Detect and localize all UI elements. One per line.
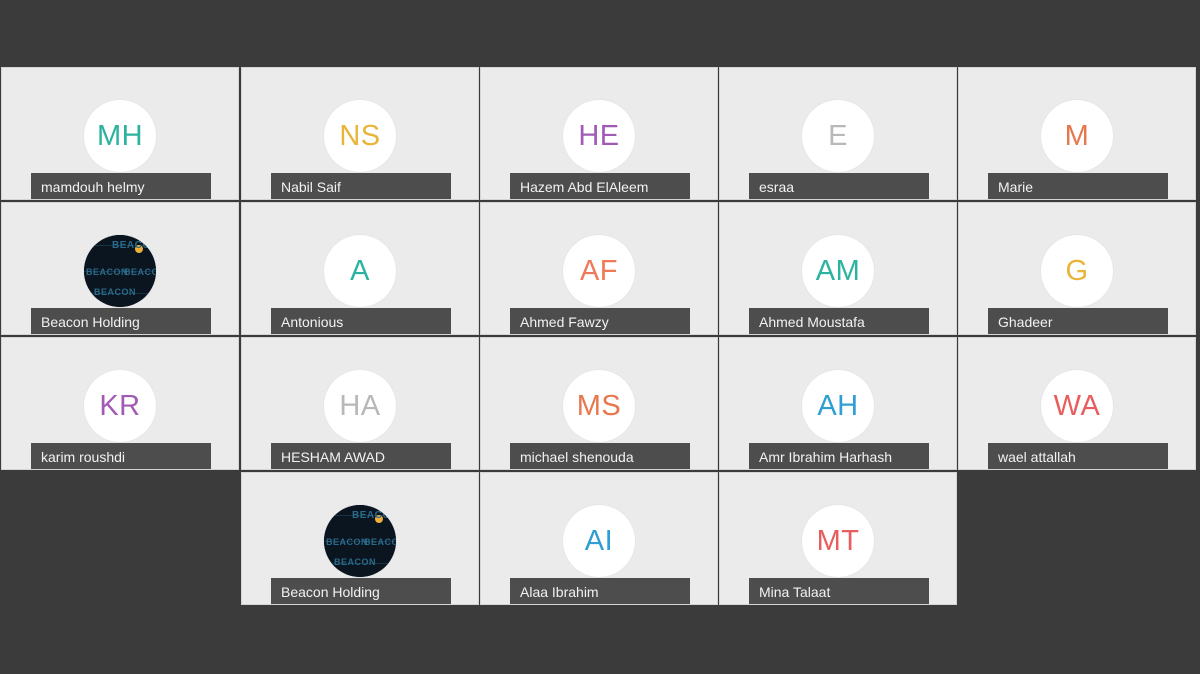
- participant-grid: MH mamdouh helmy NS Nabil Saif HE Hazem Abd E…: [1, 67, 1199, 607]
- participant-name-label: Ahmed Moustafa: [749, 308, 929, 334]
- logo-text: BEACON: [326, 537, 369, 547]
- participant-name-label: HESHAM AWAD: [271, 443, 451, 469]
- logo-text: BEACON: [94, 287, 137, 297]
- beacon-logo-avatar: BEACONBEACONBEACONBEACON: [84, 235, 156, 307]
- participant-name-label: Marie: [988, 173, 1168, 199]
- participant-avatar-initials: WA: [1041, 370, 1113, 442]
- participant-name-label: michael shenouda: [510, 443, 690, 469]
- participant-name-label: Ahmed Fawzy: [510, 308, 690, 334]
- logo-text: BEACON: [124, 267, 156, 277]
- participant-avatar-initials: E: [802, 100, 874, 172]
- meeting-gallery-view: MH mamdouh helmy NS Nabil Saif HE Hazem Abd E…: [0, 0, 1200, 674]
- participant-name-label: esraa: [749, 173, 929, 199]
- beacon-logo-avatar: BEACONBEACONBEACONBEACON: [324, 505, 396, 577]
- logo-text: BEACON: [112, 240, 156, 251]
- participant-tile[interactable]: A Antonious: [241, 202, 479, 335]
- participant-tile[interactable]: MT Mina Talaat: [719, 472, 957, 605]
- participant-tile[interactable]: HA HESHAM AWAD: [241, 337, 479, 470]
- participant-tile[interactable]: AM Ahmed Moustafa: [719, 202, 957, 335]
- participant-tile[interactable]: BEACONBEACONBEACONBEACONBeacon Holding: [241, 472, 479, 605]
- participant-name-label: Beacon Holding: [31, 308, 211, 334]
- participant-avatar-initials: AM: [802, 235, 874, 307]
- participant-name-label: Amr Ibrahim Harhash: [749, 443, 929, 469]
- participant-name-label: wael attallah: [988, 443, 1168, 469]
- participant-tile[interactable]: AI Alaa Ibrahim: [480, 472, 718, 605]
- participant-avatar-initials: MS: [563, 370, 635, 442]
- logo-text: BEACON: [364, 537, 396, 547]
- participant-name-label: mamdouh helmy: [31, 173, 211, 199]
- participant-tile[interactable]: G Ghadeer: [958, 202, 1196, 335]
- participant-avatar-initials: MH: [84, 100, 156, 172]
- participant-avatar-initials: AH: [802, 370, 874, 442]
- participant-tile[interactable]: NS Nabil Saif: [241, 67, 479, 200]
- participant-avatar-initials: KR: [84, 370, 156, 442]
- participant-name-label: karim roushdi: [31, 443, 211, 469]
- participant-name-label: Mina Talaat: [749, 578, 929, 604]
- participant-avatar-initials: MT: [802, 505, 874, 577]
- participant-tile[interactable]: KR karim roushdi: [1, 337, 239, 470]
- participant-avatar-initials: AF: [563, 235, 635, 307]
- participant-avatar-initials: M: [1041, 100, 1113, 172]
- participant-name-label: Antonious: [271, 308, 451, 334]
- participant-avatar-initials: G: [1041, 235, 1113, 307]
- participant-tile[interactable]: WA wael attallah: [958, 337, 1196, 470]
- participant-tile[interactable]: AF Ahmed Fawzy: [480, 202, 718, 335]
- participant-name-label: Nabil Saif: [271, 173, 451, 199]
- participant-tile[interactable]: BEACONBEACONBEACONBEACONBeacon Holding: [1, 202, 239, 335]
- participant-avatar-initials: A: [324, 235, 396, 307]
- participant-tile[interactable]: HE Hazem Abd ElAleem: [480, 67, 718, 200]
- participant-tile[interactable]: Eesraa: [719, 67, 957, 200]
- participant-avatar-initials: HA: [324, 370, 396, 442]
- participant-avatar-initials: AI: [563, 505, 635, 577]
- participant-tile[interactable]: MS michael shenouda: [480, 337, 718, 470]
- participant-name-label: Alaa Ibrahim: [510, 578, 690, 604]
- logo-text: BEACON: [334, 557, 377, 567]
- participant-avatar-initials: HE: [563, 100, 635, 172]
- participant-name-label: Beacon Holding: [271, 578, 451, 604]
- participant-tile[interactable]: AH Amr Ibrahim Harhash: [719, 337, 957, 470]
- logo-text: BEACON: [352, 510, 396, 521]
- participant-name-label: Hazem Abd ElAleem: [510, 173, 690, 199]
- participant-tile[interactable]: M Marie: [958, 67, 1196, 200]
- participant-name-label: Ghadeer: [988, 308, 1168, 334]
- logo-text: BEACON: [86, 267, 129, 277]
- participant-avatar-initials: NS: [324, 100, 396, 172]
- participant-tile[interactable]: MH mamdouh helmy: [1, 67, 239, 200]
